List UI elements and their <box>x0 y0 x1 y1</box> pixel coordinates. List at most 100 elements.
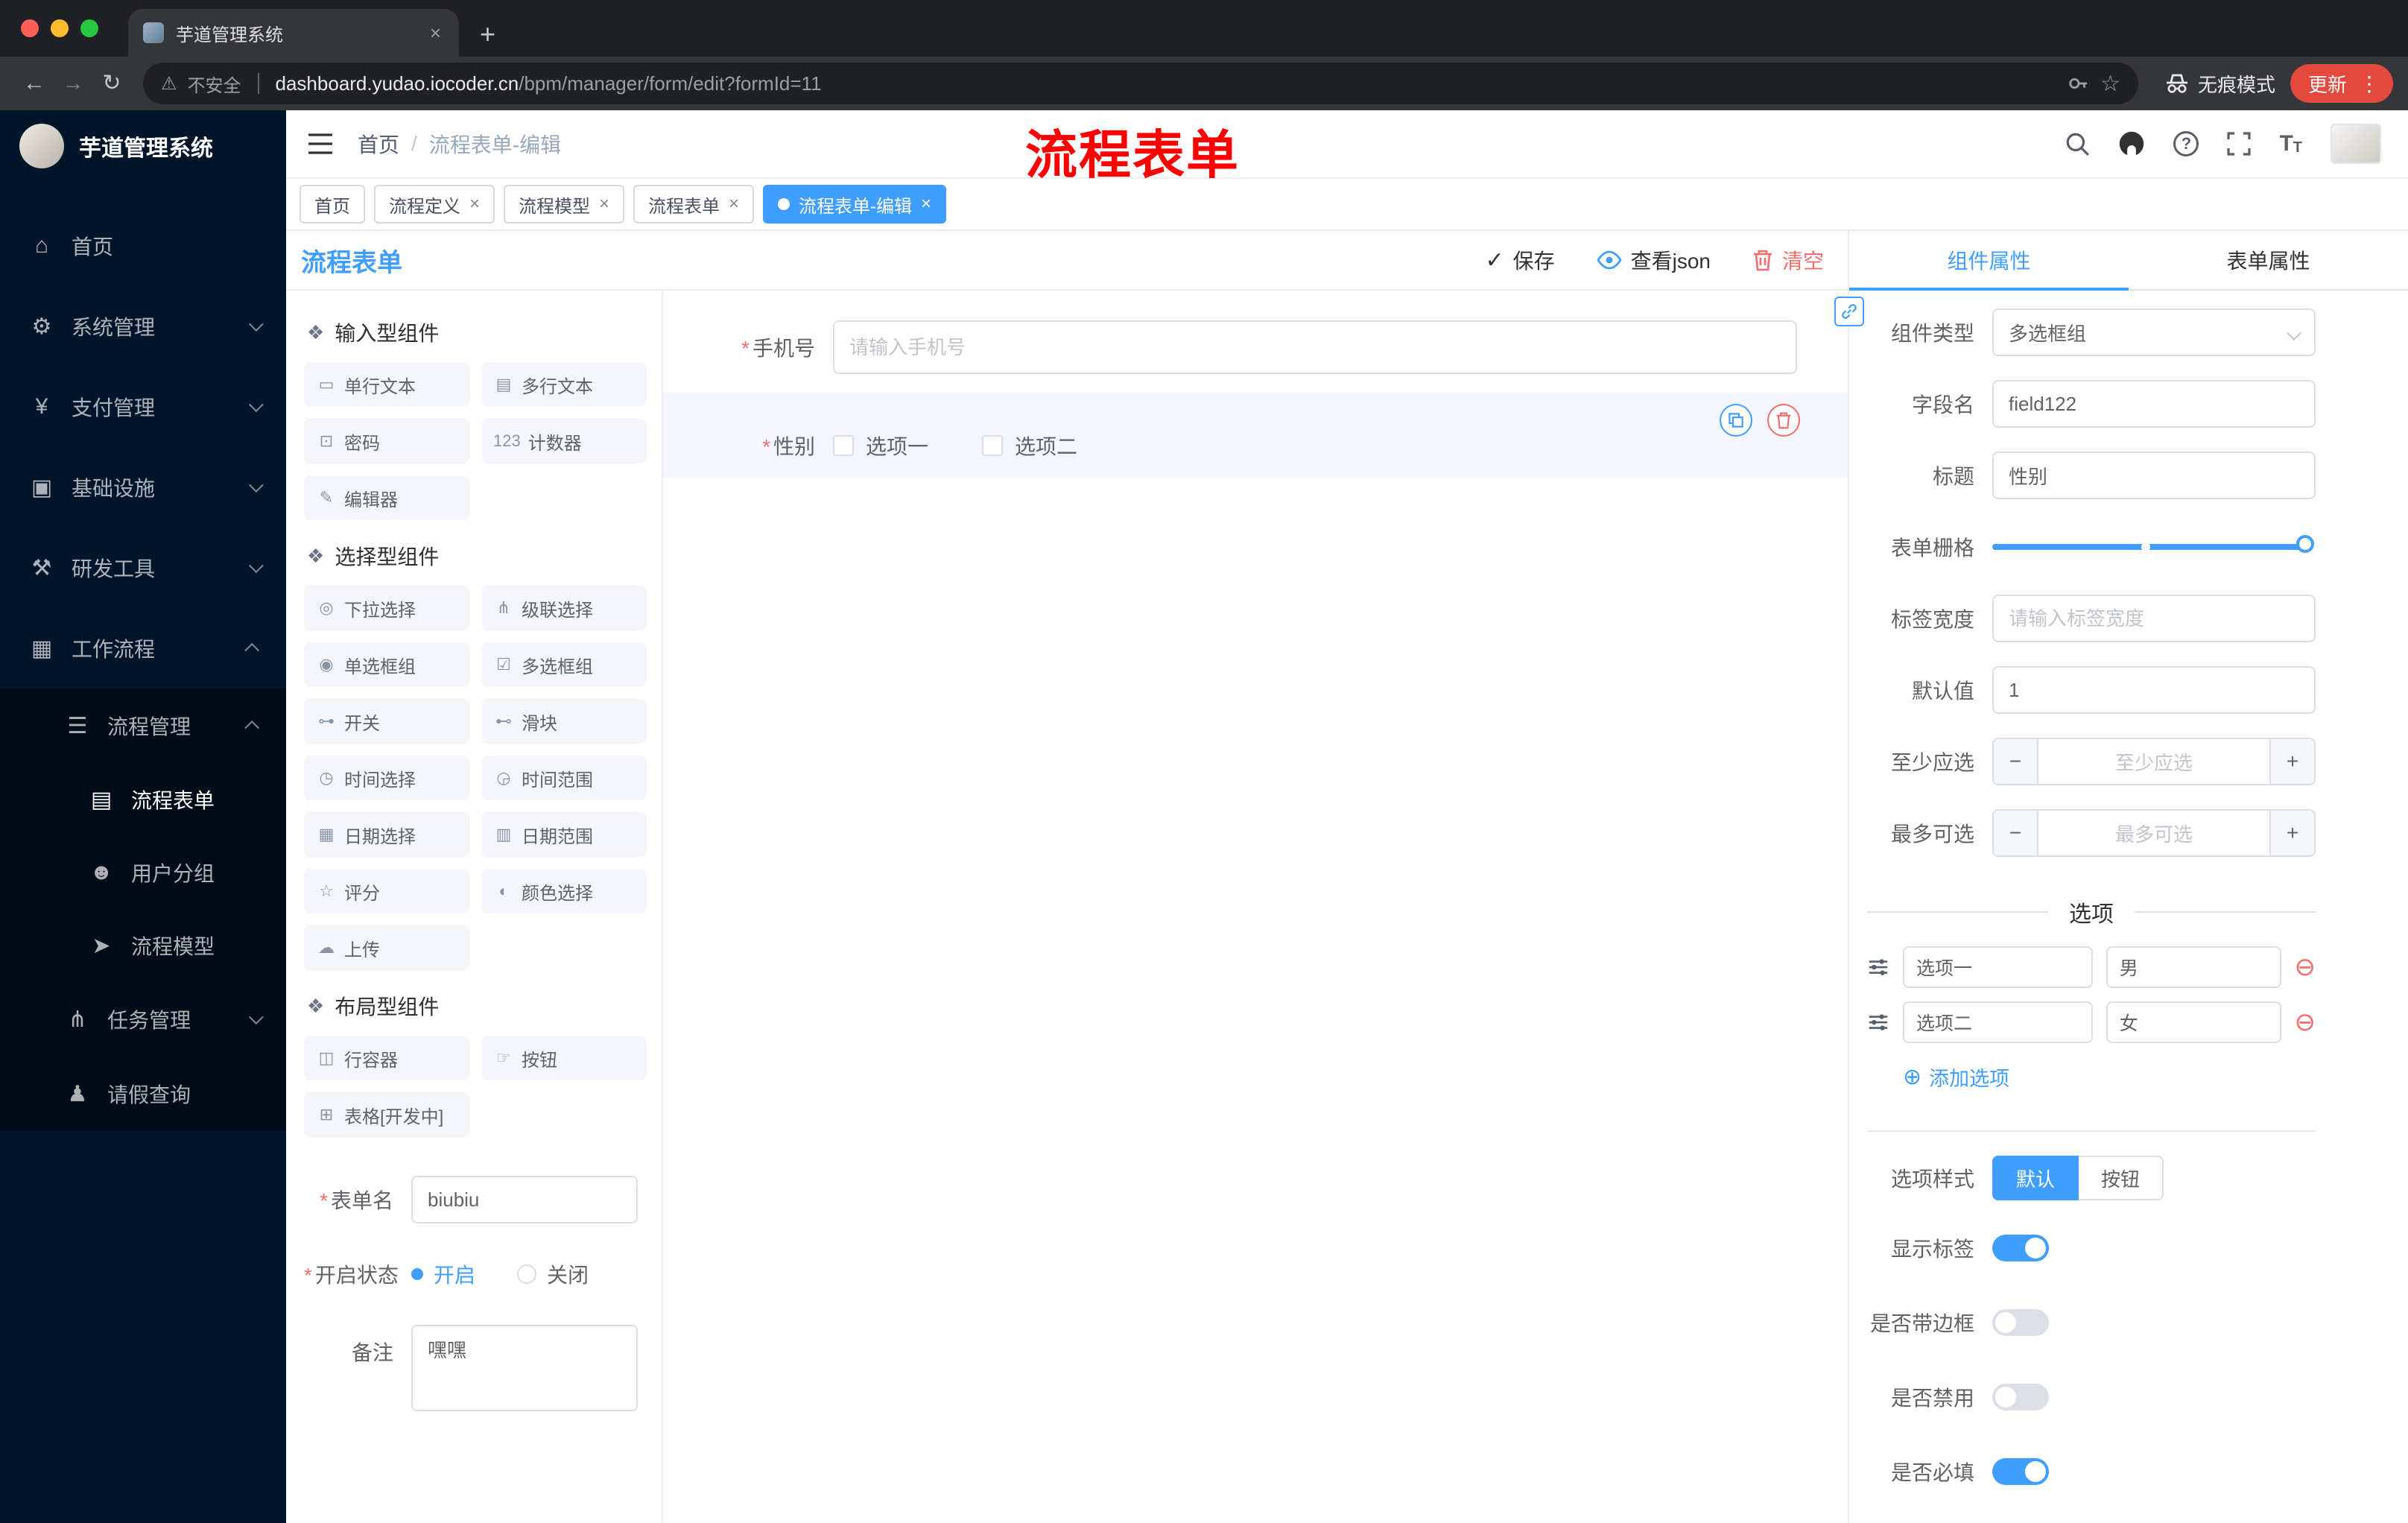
required-toggle[interactable] <box>1992 1458 2049 1485</box>
max-select-stepper[interactable]: − 最多可选 + <box>1992 809 2316 857</box>
phone-input[interactable] <box>833 320 1797 374</box>
collapse-sidebar-icon[interactable] <box>307 133 334 155</box>
drag-handle-icon[interactable] <box>1867 1011 1889 1033</box>
sidebar-item-user-group[interactable]: ☻ 用户分组 <box>0 836 286 909</box>
grid-slider[interactable] <box>1992 535 2314 553</box>
tag-process-form-edit[interactable]: 流程表单-编辑 × <box>763 185 947 224</box>
component-password[interactable]: ⊡ 密码 <box>304 419 469 463</box>
component-cascader[interactable]: ⋔ 级联选择 <box>481 586 647 630</box>
widget-gender-selected[interactable]: * 性别 选项一 选项二 <box>663 392 1848 478</box>
increase-button[interactable]: + <box>2269 739 2314 784</box>
min-select-stepper[interactable]: − 至少应选 + <box>1992 738 2316 785</box>
component-switch[interactable]: ⊶ 开关 <box>304 699 469 744</box>
component-date-picker[interactable]: ▦ 日期选择 <box>304 812 469 857</box>
remove-option-icon[interactable]: ⊖ <box>2295 954 2316 980</box>
app-logo[interactable]: 芋道管理系统 <box>0 110 286 182</box>
title-input[interactable] <box>1992 452 2316 499</box>
component-multi-line-text[interactable]: ▤ 多行文本 <box>481 362 647 407</box>
browser-menu-icon[interactable]: ⋮ <box>2359 72 2380 96</box>
component-dropdown[interactable]: ◎ 下拉选择 <box>304 586 469 630</box>
user-avatar[interactable] <box>2331 124 2381 164</box>
sidebar-item-home[interactable]: ⌂ 首页 <box>0 206 286 286</box>
label-width-input[interactable] <box>1992 595 2316 642</box>
remove-option-icon[interactable]: ⊖ <box>2295 1010 2316 1035</box>
widget-phone[interactable]: * 手机号 <box>663 303 1848 392</box>
option-2-label-input[interactable] <box>1903 1001 2093 1043</box>
fullscreen-icon[interactable] <box>2227 132 2252 156</box>
maximize-window-button[interactable] <box>80 19 98 37</box>
default-value-input[interactable] <box>1992 666 2316 714</box>
gender-option-2-checkbox[interactable]: 选项二 <box>982 431 1077 460</box>
component-counter[interactable]: 123 计数器 <box>481 419 647 463</box>
sidebar-item-system[interactable]: ⚙ 系统管理 <box>0 286 286 367</box>
security-label[interactable]: 不安全 <box>188 71 241 97</box>
link-icon[interactable] <box>1834 297 1864 326</box>
forward-button[interactable]: → <box>54 72 92 95</box>
style-default-button[interactable]: 默认 <box>1992 1156 2079 1200</box>
component-color-picker[interactable]: ◐ 颜色选择 <box>481 869 647 914</box>
sidebar-item-process-model[interactable]: ➤ 流程模型 <box>0 909 286 982</box>
tab-close-icon[interactable]: × <box>427 22 444 45</box>
form-name-input[interactable] <box>411 1176 638 1223</box>
address-bar[interactable]: ⚠ 不安全 dashboard.yudao.iocoder.cn/bpm/man… <box>143 63 2138 104</box>
tag-process-form[interactable]: 流程表单 × <box>633 185 755 224</box>
option-1-label-input[interactable] <box>1903 946 2093 988</box>
option-2-value-input[interactable] <box>2106 1001 2281 1043</box>
font-size-icon[interactable]: TT <box>2279 133 2302 156</box>
add-option-button[interactable]: ⊕ 添加选项 <box>1903 1063 2316 1092</box>
help-icon[interactable]: ? <box>2173 131 2199 156</box>
with-border-toggle[interactable] <box>1992 1309 2049 1336</box>
component-slider[interactable]: ⊷ 滑块 <box>481 699 647 744</box>
save-button[interactable]: ✓ 保存 <box>1485 245 1554 275</box>
slider-handle[interactable] <box>2296 535 2314 553</box>
component-upload[interactable]: ☁ 上传 <box>304 925 469 970</box>
chrome-update-button[interactable]: 更新 ⋮ <box>2290 64 2393 103</box>
browser-tab[interactable]: 芋道管理系统 × <box>128 9 459 57</box>
status-off-radio[interactable]: 关闭 <box>517 1259 589 1289</box>
component-button[interactable]: ☞ 按钮 <box>481 1036 647 1080</box>
breadcrumb-home[interactable]: 首页 <box>358 129 399 159</box>
tag-process-definition[interactable]: 流程定义 × <box>374 185 495 224</box>
component-checkbox-group[interactable]: ☑ 多选框组 <box>481 642 647 687</box>
decrease-button[interactable]: − <box>1994 739 2038 784</box>
gender-option-1-checkbox[interactable]: 选项一 <box>833 431 928 460</box>
close-window-button[interactable] <box>21 19 39 37</box>
component-rate[interactable]: ☆ 评分 <box>304 869 469 914</box>
increase-button[interactable]: + <box>2269 811 2314 855</box>
clear-button[interactable]: 清空 <box>1752 245 1824 275</box>
new-tab-button[interactable]: + <box>459 21 516 57</box>
github-icon[interactable] <box>2118 130 2145 157</box>
bookmark-star-icon[interactable]: ☆ <box>2100 71 2120 97</box>
component-type-select[interactable] <box>1992 308 2316 356</box>
sidebar-item-process-management[interactable]: ☰ 流程管理 <box>0 688 286 763</box>
component-type-value[interactable] <box>1992 308 2316 356</box>
component-editor[interactable]: ✎ 编辑器 <box>304 475 469 520</box>
sidebar-item-payment[interactable]: ¥ 支付管理 <box>0 367 286 447</box>
url-text[interactable]: dashboard.yudao.iocoder.cn/bpm/manager/f… <box>276 72 2058 95</box>
copy-widget-button[interactable] <box>1720 404 1752 437</box>
component-time-picker[interactable]: ◷ 时间选择 <box>304 756 469 800</box>
component-time-range[interactable]: ◶ 时间范围 <box>481 756 647 800</box>
disabled-toggle[interactable] <box>1992 1384 2049 1410</box>
search-icon[interactable] <box>2065 131 2090 156</box>
sidebar-item-leave-query[interactable]: ♟ 请假查询 <box>0 1057 286 1131</box>
close-icon[interactable]: × <box>599 195 609 213</box>
delete-widget-button[interactable] <box>1767 404 1800 437</box>
reload-button[interactable]: ↻ <box>92 72 131 95</box>
drag-handle-icon[interactable] <box>1867 956 1889 978</box>
tab-component-props[interactable]: 组件属性 <box>1849 231 2129 291</box>
status-on-radio[interactable]: 开启 <box>411 1259 475 1289</box>
tag-home[interactable]: 首页 <box>300 185 365 224</box>
decrease-button[interactable]: − <box>1994 811 2038 855</box>
field-name-input[interactable] <box>1992 380 2316 428</box>
option-1-value-input[interactable] <box>2106 946 2281 988</box>
tab-form-props[interactable]: 表单属性 <box>2129 231 2408 289</box>
sidebar-item-task-management[interactable]: ⋔ 任务管理 <box>0 982 286 1057</box>
close-icon[interactable]: × <box>469 195 480 213</box>
show-label-toggle[interactable] <box>1992 1235 2049 1261</box>
back-button[interactable]: ← <box>15 72 54 95</box>
tag-process-model[interactable]: 流程模型 × <box>504 185 625 224</box>
component-date-range[interactable]: ▥ 日期范围 <box>481 812 647 857</box>
close-icon[interactable]: × <box>921 195 931 213</box>
sidebar-item-infrastructure[interactable]: ▣ 基础设施 <box>0 447 286 528</box>
